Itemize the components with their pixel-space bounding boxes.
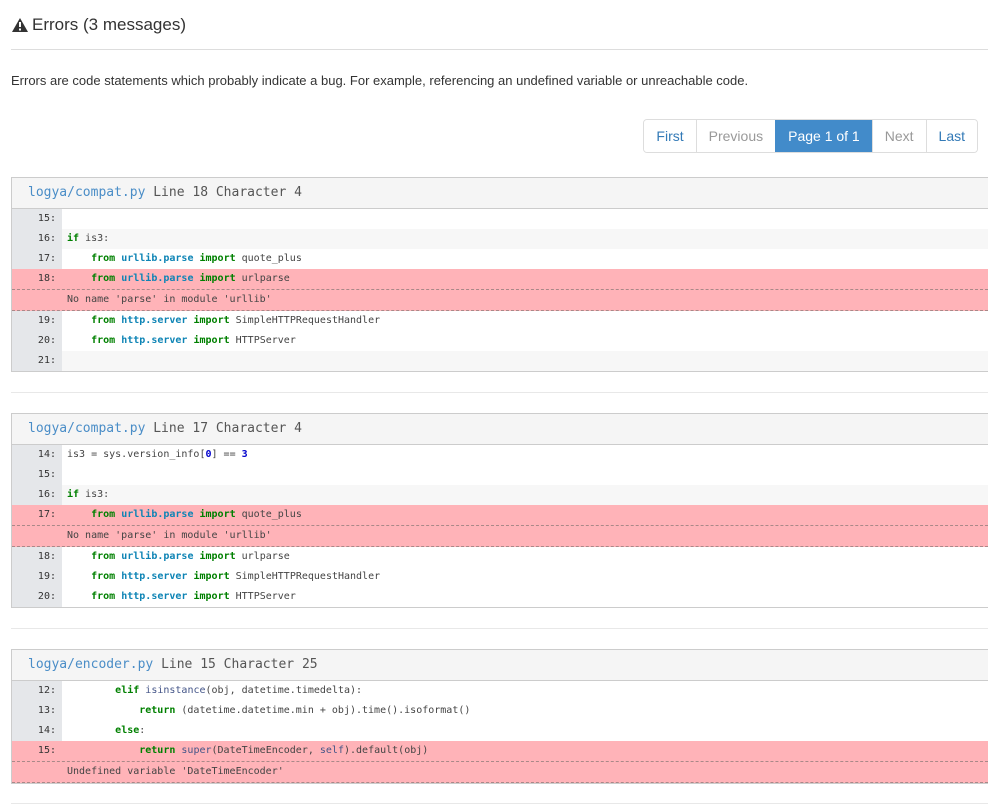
page-title: Errors (3 messages) xyxy=(32,14,186,34)
line-character: Line 15 Character 25 xyxy=(161,657,318,672)
file-link[interactable]: logya/compat.py xyxy=(28,185,145,200)
error-block: logya/encoder.py Line 15 Character 25 12… xyxy=(11,649,988,784)
code-text xyxy=(62,351,988,371)
code-line: 14 is3 = sys.version_info[0] == 3 xyxy=(12,445,988,465)
line-character: Line 17 Character 4 xyxy=(153,421,302,436)
divider xyxy=(11,392,988,393)
line-number: 12 xyxy=(12,681,62,701)
line-number: 13 xyxy=(12,701,62,721)
error-code-line: 15 return super(DateTimeEncoder, self).d… xyxy=(12,741,988,761)
code-text: from urllib.parse import quote_plus xyxy=(91,253,302,264)
pagination-last[interactable]: Last xyxy=(925,120,977,152)
divider xyxy=(11,628,988,629)
error-block: logya/compat.py Line 17 Character 4 14 is… xyxy=(11,413,988,608)
code-text: from urllib.parse import urlparse xyxy=(62,269,988,289)
code-line: 17 from urllib.parse import quote_plus xyxy=(12,249,988,269)
warning-icon xyxy=(11,17,29,33)
line-number: 21 xyxy=(12,351,62,371)
code-line: 15 xyxy=(12,209,988,229)
line-number: 17 xyxy=(12,505,62,525)
pagination: First Previous Page 1 of 1 Next Last xyxy=(643,119,978,153)
code-text: from http.server import HTTPServer xyxy=(91,335,296,346)
code-text: else: xyxy=(115,725,146,736)
code-line: 13 return (datetime.datetime.min + obj).… xyxy=(12,701,988,721)
code-line: 14 else: xyxy=(12,721,988,741)
error-message: No name 'parse' in module 'urllib' xyxy=(12,289,988,311)
line-number: 19 xyxy=(12,567,62,587)
line-number: 14 xyxy=(12,721,62,741)
code-line: 19 from http.server import SimpleHTTPReq… xyxy=(12,311,988,331)
pagination-previous: Previous xyxy=(695,120,776,152)
line-number: 16 xyxy=(12,229,62,249)
error-message: No name 'parse' in module 'urllib' xyxy=(12,525,988,547)
error-location: logya/encoder.py Line 15 Character 25 xyxy=(12,650,988,681)
code-text: from http.server import HTTPServer xyxy=(91,591,296,602)
line-number: 18 xyxy=(12,547,62,567)
code-text: from urllib.parse import quote_plus xyxy=(62,505,988,525)
code-text: if is3: xyxy=(62,229,988,249)
error-message: Undefined variable 'DateTimeEncoder' xyxy=(12,761,988,783)
error-location: logya/compat.py Line 17 Character 4 xyxy=(12,414,988,445)
errors-description: Errors are code statements which probabl… xyxy=(11,73,749,88)
line-number: 15 xyxy=(12,209,62,229)
error-code-line: 18 from urllib.parse import urlparse xyxy=(12,269,988,289)
code-line: 19 from http.server import SimpleHTTPReq… xyxy=(12,567,988,587)
pagination-current: Page 1 of 1 xyxy=(775,120,872,152)
code-line: 21 xyxy=(12,351,988,371)
line-character: Line 18 Character 4 xyxy=(153,185,302,200)
code-line: 18 from urllib.parse import urlparse xyxy=(12,547,988,567)
divider xyxy=(11,803,988,804)
line-number: 19 xyxy=(12,311,62,331)
errors-header: Errors (3 messages) xyxy=(11,0,988,50)
code-text: from http.server import SimpleHTTPReques… xyxy=(91,571,381,582)
line-number: 14 xyxy=(12,445,62,465)
code-line: 20 from http.server import HTTPServer xyxy=(12,331,988,351)
code-text: return (datetime.datetime.min + obj).tim… xyxy=(139,705,471,716)
code-line: 16if is3: xyxy=(12,485,988,505)
code-line: 20 from http.server import HTTPServer xyxy=(12,587,988,607)
code-line: 15 xyxy=(12,465,988,485)
pagination-first[interactable]: First xyxy=(644,120,696,152)
line-number: 20 xyxy=(12,587,62,607)
line-number: 15 xyxy=(12,741,62,761)
error-location: logya/compat.py Line 18 Character 4 xyxy=(12,178,988,209)
code-text: is3 = sys.version_info[0] == 3 xyxy=(67,449,248,460)
line-number: 18 xyxy=(12,269,62,289)
code-text: elif isinstance(obj, datetime.timedelta)… xyxy=(115,685,363,696)
file-link[interactable]: logya/encoder.py xyxy=(28,657,153,672)
code-text: if is3: xyxy=(62,485,988,505)
line-number: 17 xyxy=(12,249,62,269)
code-text: from http.server import SimpleHTTPReques… xyxy=(91,315,381,326)
pagination-next: Next xyxy=(871,120,926,152)
error-block: logya/compat.py Line 18 Character 4 15 1… xyxy=(11,177,988,372)
code-line: 16if is3: xyxy=(12,229,988,249)
file-link[interactable]: logya/compat.py xyxy=(28,421,145,436)
line-number: 15 xyxy=(12,465,62,485)
line-number: 16 xyxy=(12,485,62,505)
code-line: 12 elif isinstance(obj, datetime.timedel… xyxy=(12,681,988,701)
code-text: from urllib.parse import urlparse xyxy=(91,551,290,562)
code-text: return super(DateTimeEncoder, self).defa… xyxy=(62,741,988,761)
line-number: 20 xyxy=(12,331,62,351)
error-code-line: 17 from urllib.parse import quote_plus xyxy=(12,505,988,525)
